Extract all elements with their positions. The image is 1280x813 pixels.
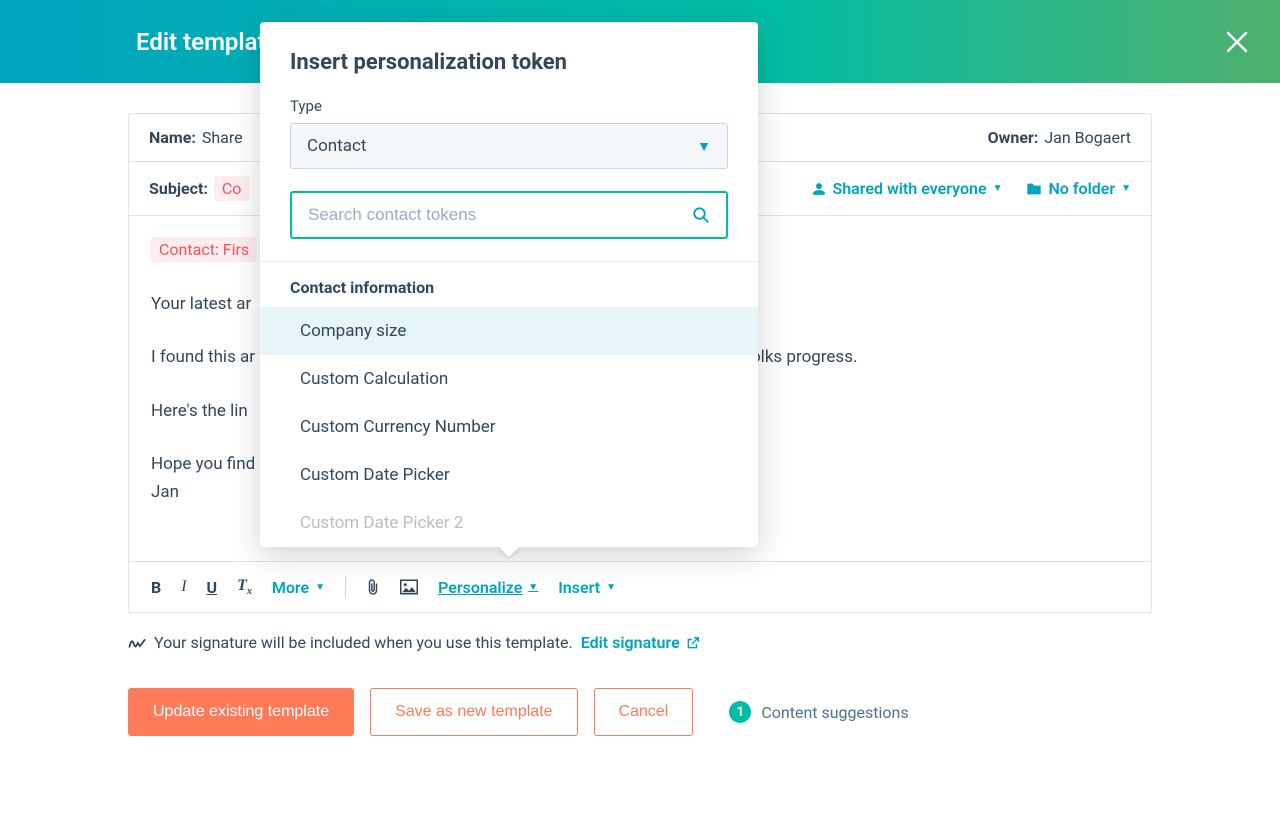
type-select-value: Contact: [307, 136, 366, 156]
token-item[interactable]: Custom Date Picker 2: [260, 499, 758, 547]
owner-value: Jan Bogaert: [1044, 128, 1131, 147]
external-link-icon: [686, 636, 700, 650]
cancel-button[interactable]: Cancel: [594, 688, 694, 736]
user-icon: [812, 182, 826, 196]
token-item[interactable]: Custom Calculation: [260, 355, 758, 403]
token-item[interactable]: Custom Date Picker: [260, 451, 758, 499]
separator: [345, 576, 346, 598]
token-item[interactable]: Company size: [260, 307, 758, 355]
chevron-down-icon: ▼: [993, 183, 1003, 194]
token-search-input[interactable]: [290, 191, 728, 239]
token-group-header: Contact information: [260, 262, 758, 307]
name-label: Name:: [149, 128, 196, 147]
signature-row: Your signature will be included when you…: [128, 633, 1152, 652]
token-item[interactable]: Custom Currency Number: [260, 403, 758, 451]
chevron-down-icon: ▼: [697, 138, 711, 155]
editor-toolbar: B I U Tx More▼ Personalize▼ Insert▼: [129, 561, 1151, 612]
personalization-popover: Insert personalization token Type Contac…: [260, 22, 758, 547]
subject-token-chip[interactable]: Co: [214, 176, 250, 201]
underline-button[interactable]: U: [207, 578, 218, 597]
insert-dropdown[interactable]: Insert▼: [558, 578, 616, 597]
chevron-down-icon: ▼: [1121, 183, 1131, 194]
popover-arrow: [497, 545, 521, 557]
update-template-button[interactable]: Update existing template: [128, 688, 354, 736]
owner-label: Owner:: [988, 128, 1039, 147]
actions-row: Update existing template Save as new tem…: [128, 688, 1152, 736]
subject-label: Subject:: [149, 179, 208, 198]
close-icon[interactable]: [1226, 31, 1248, 53]
type-select[interactable]: Contact ▼: [290, 123, 728, 169]
chevron-down-icon: ▼: [528, 582, 538, 593]
popover-title: Insert personalization token: [290, 50, 728, 75]
attachment-icon[interactable]: [366, 578, 380, 596]
chevron-down-icon: ▼: [315, 582, 325, 593]
type-label: Type: [290, 97, 728, 115]
chevron-down-icon: ▼: [606, 582, 616, 593]
suggestions-count-badge: 1: [729, 701, 751, 723]
italic-button[interactable]: I: [181, 578, 186, 596]
more-dropdown[interactable]: More▼: [272, 578, 325, 597]
shared-with-label: Shared with everyone: [832, 179, 986, 198]
body-token-chip[interactable]: Contact: Firs: [151, 237, 257, 262]
name-value[interactable]: Share: [202, 128, 243, 147]
search-icon: [692, 206, 710, 224]
shared-with-dropdown[interactable]: Shared with everyone ▼: [812, 179, 1002, 198]
save-new-template-button[interactable]: Save as new template: [370, 688, 577, 736]
token-list: Contact information Company size Custom …: [260, 261, 758, 547]
personalize-dropdown[interactable]: Personalize▼: [438, 578, 538, 597]
bold-button[interactable]: B: [151, 578, 161, 597]
signature-icon: [128, 635, 146, 651]
image-icon[interactable]: [400, 579, 418, 595]
folder-dropdown[interactable]: No folder ▼: [1026, 179, 1131, 198]
clear-format-button[interactable]: Tx: [237, 577, 252, 597]
search-field[interactable]: [308, 205, 692, 225]
suggestions-label: Content suggestions: [761, 703, 908, 722]
edit-signature-link[interactable]: Edit signature: [581, 633, 700, 652]
content-suggestions[interactable]: 1 Content suggestions: [729, 701, 908, 723]
folder-label: No folder: [1048, 179, 1115, 198]
modal-title: Edit template: [136, 28, 279, 56]
folder-icon: [1026, 182, 1042, 196]
signature-text: Your signature will be included when you…: [154, 633, 573, 652]
